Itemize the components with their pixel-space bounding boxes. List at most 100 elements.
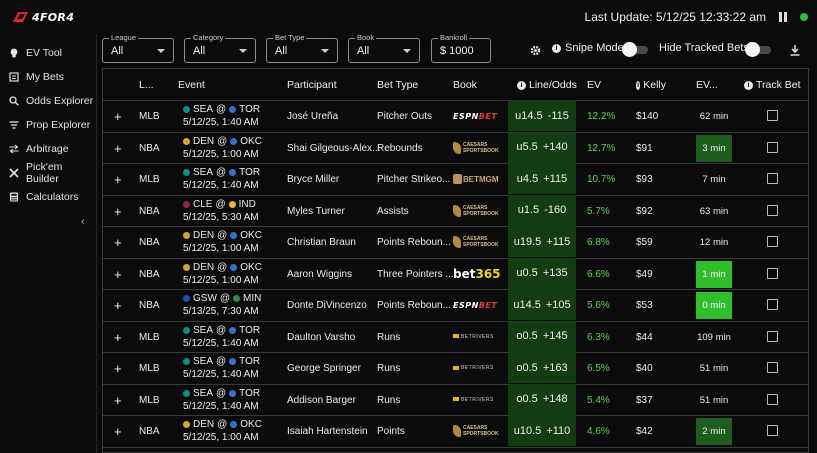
track-bet-checkbox[interactable] <box>767 173 778 184</box>
expand-row-button[interactable]: + <box>114 267 122 282</box>
row-ev: 5.6% <box>587 300 610 311</box>
row-away-team: DEN <box>193 230 215 241</box>
info-icon[interactable]: i <box>636 80 641 90</box>
expand-row-button[interactable]: + <box>114 330 122 345</box>
sidebar-item-label: My Bets <box>26 71 64 83</box>
row-ev: 4.6% <box>587 426 610 437</box>
row-at-sign: @ <box>217 230 228 241</box>
sidebar-item-arbitrage[interactable]: Arbitrage <box>0 137 96 161</box>
col-ev[interactable]: EV <box>587 79 601 91</box>
bankroll-input[interactable]: Bankroll $ 1000 <box>431 33 491 63</box>
row-home-team: TOR <box>239 167 261 178</box>
row-away-team: SEA <box>193 167 214 178</box>
col-ev-time[interactable]: EV... <box>696 79 718 91</box>
track-bet-checkbox[interactable] <box>767 141 778 153</box>
sidebar-item-my-bets[interactable]: My Bets <box>0 65 96 89</box>
row-event-time: 5/12/25, 1:00 AM <box>183 148 259 160</box>
table-row[interactable]: + NBA CLE @ IND 5/12/25, 5:30 AM Myles Turner A… <box>103 194 808 227</box>
track-bet-checkbox[interactable] <box>767 204 778 216</box>
track-bet-checkbox[interactable] <box>767 110 778 121</box>
team-logo-icon <box>183 200 190 208</box>
table-row[interactable]: + NBA DEN @ OKC 5/12/25, 1:00 AM Isaiah Harten… <box>103 415 808 448</box>
info-icon[interactable]: i <box>552 43 561 53</box>
col-line-odds[interactable]: i Line/Odds <box>517 79 577 91</box>
hide-tracked-toggle[interactable] <box>745 42 773 58</box>
row-kelly: $91 <box>636 142 653 154</box>
info-icon[interactable]: i <box>517 80 526 90</box>
sidebar-item-pickem-builder[interactable]: Pick'em Builder <box>0 161 96 185</box>
row-at-sign: @ <box>217 261 228 273</box>
expand-row-button[interactable]: + <box>114 141 122 156</box>
row-league: MLB <box>139 331 160 343</box>
col-kelly[interactable]: i Kelly <box>636 79 666 91</box>
expand-row-button[interactable]: + <box>114 235 122 250</box>
league-select-value: All <box>111 45 124 57</box>
row-participant: George Springer <box>287 363 361 374</box>
bet-type-select[interactable]: Bet Type All <box>266 33 338 63</box>
row-participant: Christian Braun <box>287 237 356 248</box>
gear-icon[interactable] <box>530 45 541 56</box>
row-league: NBA <box>139 300 160 311</box>
table-row[interactable]: + NBA DEN @ OKC 5/12/25, 1:00 AM Aaron Wiggins… <box>103 257 808 290</box>
expand-row-button[interactable]: + <box>114 361 122 376</box>
logo[interactable]: 4FOR4 <box>12 10 74 24</box>
row-book: ESPNBET <box>453 295 497 315</box>
track-bet-checkbox[interactable] <box>767 393 778 405</box>
row-ev-time: 0 min <box>696 292 732 319</box>
track-bet-checkbox[interactable] <box>767 236 778 247</box>
pause-icon[interactable] <box>779 12 787 22</box>
row-participant: Isaiah Hartenstein <box>287 426 368 437</box>
download-icon[interactable] <box>789 44 801 56</box>
collapse-sidebar-icon[interactable]: ‹ <box>81 216 85 228</box>
track-bet-checkbox[interactable] <box>767 425 778 436</box>
snipe-mode-toggle[interactable] <box>622 42 650 58</box>
expand-row-button[interactable]: + <box>114 424 122 439</box>
league-select[interactable]: League All <box>102 33 174 63</box>
category-select[interactable]: Category All <box>184 33 256 63</box>
row-at-sign: @ <box>217 135 228 147</box>
expand-row-button[interactable]: + <box>114 298 122 313</box>
table-row[interactable]: + MLB SEA @ TOR 5/12/25, 1:40 AM Daulton Varsh… <box>103 320 808 353</box>
expand-row-button[interactable]: + <box>114 109 122 124</box>
row-bet-type: Pitcher Strikeo... <box>377 174 451 185</box>
team-logo-icon <box>230 137 238 145</box>
info-icon[interactable]: i <box>744 80 753 90</box>
sidebar-item-calculators[interactable]: Calculators <box>0 185 96 209</box>
sidebar-item-prop-explorer[interactable]: Prop Explorer <box>0 113 96 137</box>
expand-row-button[interactable]: + <box>114 172 122 187</box>
row-away-team: GSW <box>193 293 217 304</box>
col-league[interactable]: L... <box>139 79 154 91</box>
logo-mark-icon <box>13 12 28 22</box>
track-bet-checkbox[interactable] <box>767 330 778 342</box>
book-select[interactable]: Book All <box>348 33 420 63</box>
table-row[interactable]: + MLB SEA @ TOR 5/12/25, 1:40 AM George Spring… <box>103 352 808 385</box>
row-home-team: OKC <box>240 135 262 147</box>
row-event-matchup: DEN @ OKC <box>183 136 262 147</box>
table-row[interactable]: + NBA DEN @ OKC 5/12/25, 1:00 AM Christian Bra… <box>103 226 808 259</box>
col-participant[interactable]: Participant <box>287 79 337 91</box>
col-track-bet[interactable]: i Track Bet <box>744 79 801 91</box>
caesars-sportsbook-logo: CAESARS SPORTSBOOK <box>453 236 499 248</box>
row-ev: 6.6% <box>587 268 610 280</box>
sidebar-item-ev-tool[interactable]: EV Tool <box>0 41 96 65</box>
table-row[interactable]: + NBA DEN @ OKC 5/12/25, 1:00 AM Shai Gilgeous… <box>103 131 808 164</box>
row-odds: +163 <box>542 361 568 374</box>
col-event[interactable]: Event <box>178 79 205 91</box>
row-event-time: 5/12/25, 1:00 AM <box>183 274 259 286</box>
sidebar-item-odds-explorer[interactable]: Odds Explorer <box>0 89 96 113</box>
col-book[interactable]: Book <box>453 79 477 91</box>
track-bet-checkbox[interactable] <box>767 299 778 310</box>
table-row[interactable]: + MLB SEA @ TOR 5/12/25, 1:40 AM Addison Barge… <box>103 383 808 416</box>
team-logo-icon <box>228 200 236 208</box>
table-row[interactable]: + NBA GSW @ MIN 5/13/25, 7:30 AM Donte DiVince… <box>103 289 808 322</box>
expand-row-button[interactable]: + <box>114 393 122 408</box>
track-bet-checkbox[interactable] <box>767 267 778 279</box>
col-bet-type[interactable]: Bet Type <box>377 79 418 91</box>
track-bet-checkbox[interactable] <box>767 362 778 373</box>
bankroll-input-label: Bankroll <box>438 33 470 42</box>
table-row[interactable]: + MLB SEA @ TOR 5/12/25, 1:40 AM José Ureña Pit… <box>103 100 808 133</box>
row-at-sign: @ <box>215 198 226 210</box>
table-row[interactable]: + MLB SEA @ TOR 5/12/25, 1:40 AM Bryce Miller P… <box>103 163 808 196</box>
expand-row-button[interactable]: + <box>114 204 122 219</box>
row-kelly: $49 <box>636 268 653 280</box>
